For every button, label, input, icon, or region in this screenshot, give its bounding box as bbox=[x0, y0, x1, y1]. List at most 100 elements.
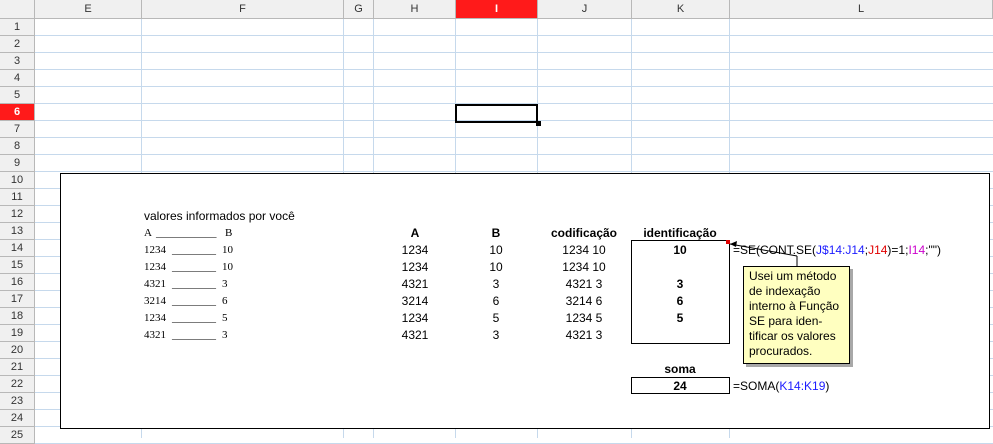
cell-b[interactable]: 10 bbox=[489, 259, 502, 275]
input-value-b: 5 bbox=[222, 312, 228, 324]
header-a: A bbox=[410, 226, 420, 240]
row-header[interactable]: 5 bbox=[0, 87, 35, 104]
input-subtitle: valores informados por você bbox=[144, 209, 295, 223]
row-header[interactable]: 9 bbox=[0, 155, 35, 172]
input-header-a: A bbox=[144, 227, 152, 239]
input-value-a: 3214 bbox=[144, 295, 166, 307]
cell-b[interactable]: 5 bbox=[493, 310, 500, 326]
comment-line: procurados. bbox=[749, 344, 813, 358]
row-header[interactable]: 24 bbox=[0, 410, 35, 427]
row-header[interactable]: 16 bbox=[0, 274, 35, 291]
input-value-a: 4321 bbox=[144, 278, 166, 290]
cell-codificacao[interactable]: 1234 10 bbox=[562, 242, 605, 258]
cell-codificacao[interactable]: 3214 6 bbox=[566, 293, 603, 309]
row-header[interactable]: 23 bbox=[0, 393, 35, 410]
gridline bbox=[35, 69, 993, 70]
header-codificacao: codificação bbox=[550, 226, 618, 240]
input-value-b: 6 bbox=[222, 295, 228, 307]
gridline bbox=[35, 154, 993, 155]
column-header-k[interactable]: K bbox=[632, 0, 730, 19]
soma-label: soma bbox=[664, 362, 696, 376]
cell-b[interactable]: 3 bbox=[493, 276, 500, 292]
cell-a[interactable]: 3214 bbox=[402, 293, 429, 309]
input-value-b: 10 bbox=[222, 261, 233, 273]
cell-a[interactable]: 4321 bbox=[402, 276, 429, 292]
header-b: B bbox=[491, 226, 501, 240]
input-underline: ________ bbox=[172, 261, 216, 273]
input-underline: ________ bbox=[172, 295, 216, 307]
comment-line: tificar os valores bbox=[749, 329, 836, 343]
cell-comment[interactable]: Usei um método de indexação interno à Fu… bbox=[743, 266, 850, 364]
cell-b[interactable]: 3 bbox=[493, 327, 500, 343]
input-header-underline: ___________ bbox=[156, 227, 217, 239]
input-value-a: 1234 bbox=[144, 312, 166, 324]
row-header[interactable]: 14 bbox=[0, 240, 35, 257]
row-header[interactable]: 2 bbox=[0, 36, 35, 53]
cell-codificacao[interactable]: 1234 5 bbox=[566, 310, 603, 326]
cell-a[interactable]: 4321 bbox=[402, 327, 429, 343]
row-header[interactable]: 4 bbox=[0, 70, 35, 87]
cell-a[interactable]: 1234 bbox=[402, 310, 429, 326]
row-header[interactable]: 10 bbox=[0, 172, 35, 189]
column-header-e[interactable]: E bbox=[35, 0, 142, 19]
cell-codificacao[interactable]: 4321 3 bbox=[566, 276, 603, 292]
comment-line: SE para iden- bbox=[749, 314, 823, 328]
column-header-g[interactable]: G bbox=[344, 0, 374, 19]
cell-identificacao[interactable]: 3 bbox=[677, 276, 684, 292]
fill-handle[interactable] bbox=[536, 121, 541, 126]
row-header[interactable]: 25 bbox=[0, 427, 35, 444]
input-value-b: 3 bbox=[222, 278, 228, 290]
gridline bbox=[35, 86, 993, 87]
input-header-b: B bbox=[225, 227, 233, 239]
row-header[interactable]: 17 bbox=[0, 291, 35, 308]
column-header-l[interactable]: L bbox=[730, 0, 993, 19]
gridline bbox=[35, 171, 993, 172]
cell-codificacao[interactable]: 1234 10 bbox=[562, 259, 605, 275]
input-underline: ________ bbox=[172, 244, 216, 256]
cell-a[interactable]: 1234 bbox=[402, 242, 429, 258]
column-header-i[interactable]: I bbox=[456, 0, 538, 19]
gridline bbox=[35, 137, 993, 138]
row-header[interactable]: 6 bbox=[0, 104, 35, 121]
row-header[interactable]: 11 bbox=[0, 189, 35, 206]
comment-line: Usei um método bbox=[749, 269, 837, 283]
formula-se-text: =SE(CONT.SE(J$14:J14;J14)=1;I14;"") bbox=[733, 243, 941, 257]
cell-identificacao[interactable]: 5 bbox=[677, 310, 684, 326]
input-value-a: 1234 bbox=[144, 244, 166, 256]
column-header-f[interactable]: F bbox=[142, 0, 344, 19]
column-header-j[interactable]: J bbox=[538, 0, 632, 19]
row-header[interactable]: 1 bbox=[0, 19, 35, 36]
comment-indicator[interactable] bbox=[726, 240, 730, 244]
row-header[interactable]: 3 bbox=[0, 53, 35, 70]
input-value-b: 10 bbox=[222, 244, 233, 256]
input-value-a: 4321 bbox=[144, 329, 166, 341]
comment-line: interno à Função bbox=[749, 299, 840, 313]
row-header[interactable]: 22 bbox=[0, 376, 35, 393]
soma-value: 24 bbox=[673, 379, 687, 393]
column-header-h[interactable]: H bbox=[374, 0, 456, 19]
cell-identificacao[interactable]: 10 bbox=[673, 242, 686, 258]
cell-identificacao[interactable]: 6 bbox=[677, 293, 684, 309]
row-header[interactable]: 8 bbox=[0, 138, 35, 155]
row-header[interactable]: 13 bbox=[0, 223, 35, 240]
comment-line: de indexação bbox=[749, 284, 821, 298]
input-value-b: 3 bbox=[222, 329, 228, 341]
active-cell-cursor[interactable] bbox=[455, 104, 538, 123]
cell-a[interactable]: 1234 bbox=[402, 259, 429, 275]
row-header[interactable]: 12 bbox=[0, 206, 35, 223]
cell-b[interactable]: 10 bbox=[489, 242, 502, 258]
row-header[interactable]: 18 bbox=[0, 308, 35, 325]
row-header[interactable]: 21 bbox=[0, 359, 35, 376]
row-header[interactable]: 7 bbox=[0, 121, 35, 138]
row-header[interactable]: 19 bbox=[0, 325, 35, 342]
gridline bbox=[35, 52, 993, 53]
gridline bbox=[35, 35, 993, 36]
input-value-a: 1234 bbox=[144, 261, 166, 273]
input-underline: ________ bbox=[172, 312, 216, 324]
cell-b[interactable]: 6 bbox=[493, 293, 500, 309]
row-header[interactable]: 20 bbox=[0, 342, 35, 359]
row-header[interactable]: 15 bbox=[0, 257, 35, 274]
select-all-corner[interactable] bbox=[0, 0, 35, 19]
input-underline: ________ bbox=[172, 278, 216, 290]
cell-codificacao[interactable]: 4321 3 bbox=[566, 327, 603, 343]
